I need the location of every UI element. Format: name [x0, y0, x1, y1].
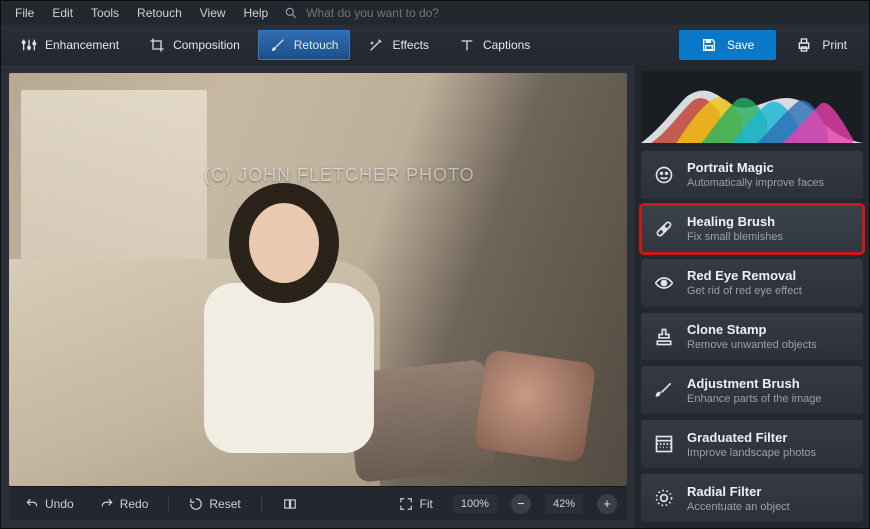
tool-title: Radial Filter: [687, 484, 790, 499]
right-panel: Portrait Magic Automatically improve fac…: [635, 65, 869, 528]
tool-desc: Automatically improve faces: [687, 177, 824, 189]
histogram: [641, 71, 863, 143]
tab-label: Enhancement: [45, 38, 119, 52]
tool-radial-filter[interactable]: Radial Filter Accentuate an object: [641, 474, 863, 522]
tab-label: Effects: [392, 38, 428, 52]
redo-icon: [100, 497, 114, 511]
reset-button[interactable]: Reset: [183, 493, 246, 515]
tool-title: Clone Stamp: [687, 322, 817, 337]
scene-subject: [194, 153, 374, 453]
zoom-out-button[interactable]: −: [511, 494, 531, 514]
save-button[interactable]: Save: [679, 30, 776, 60]
tool-title: Portrait Magic: [687, 160, 824, 175]
fit-label: Fit: [419, 497, 432, 511]
tool-title: Healing Brush: [687, 214, 783, 229]
app-root: File Edit Tools Retouch View Help Enhanc…: [0, 0, 870, 529]
menu-view[interactable]: View: [192, 3, 234, 23]
tab-captions[interactable]: Captions: [447, 30, 542, 60]
eye-icon: [653, 272, 675, 294]
redo-button[interactable]: Redo: [94, 493, 155, 515]
tab-label: Captions: [483, 38, 530, 52]
compare-button[interactable]: [276, 493, 304, 515]
compare-icon: [282, 497, 298, 511]
tool-desc: Get rid of red eye effect: [687, 285, 802, 297]
menubar: File Edit Tools Retouch View Help: [1, 1, 869, 25]
tab-composition[interactable]: Composition: [137, 30, 252, 60]
fit-button[interactable]: Fit: [393, 493, 438, 515]
image-canvas[interactable]: (C) JOHN FLETCHER PHOTO: [9, 73, 627, 486]
stamp-icon: [653, 326, 675, 348]
text-icon: [459, 37, 475, 53]
sliders-icon: [21, 37, 37, 53]
brush-icon: [270, 37, 286, 53]
tool-desc: Remove unwanted objects: [687, 339, 817, 351]
tab-label: Retouch: [294, 38, 339, 52]
divider: [261, 495, 262, 513]
canvas-area: (C) JOHN FLETCHER PHOTO Undo Redo: [1, 65, 635, 528]
retouch-tool-list: Portrait Magic Automatically improve fac…: [635, 149, 869, 528]
tab-effects[interactable]: Effects: [356, 30, 440, 60]
tool-desc: Improve landscape photos: [687, 447, 816, 459]
reset-icon: [189, 497, 203, 511]
zoom-current: 42%: [545, 495, 583, 513]
tool-title: Red Eye Removal: [687, 268, 802, 283]
tool-desc: Enhance parts of the image: [687, 393, 822, 405]
wand-icon: [368, 37, 384, 53]
radial-icon: [653, 487, 675, 509]
tool-title: Graduated Filter: [687, 430, 816, 445]
menu-help[interactable]: Help: [236, 3, 277, 23]
tab-label: Composition: [173, 38, 240, 52]
save-label: Save: [727, 38, 754, 52]
image-watermark: (C) JOHN FLETCHER PHOTO: [204, 165, 475, 186]
crop-icon: [149, 37, 165, 53]
zoom-in-button[interactable]: +: [597, 494, 617, 514]
print-icon: [796, 37, 812, 53]
tool-adjustment-brush[interactable]: Adjustment Brush Enhance parts of the im…: [641, 366, 863, 414]
bottombar: Undo Redo Reset: [9, 486, 627, 520]
adjust-brush-icon: [653, 379, 675, 401]
fit-icon: [399, 497, 413, 511]
reset-label: Reset: [209, 497, 240, 511]
undo-icon: [25, 497, 39, 511]
menu-edit[interactable]: Edit: [44, 3, 81, 23]
bandage-icon: [653, 218, 675, 240]
redo-label: Redo: [120, 497, 149, 511]
tool-desc: Fix small blemishes: [687, 231, 783, 243]
zoom-100-button[interactable]: 100%: [453, 495, 497, 513]
tool-desc: Accentuate an object: [687, 501, 790, 513]
print-label: Print: [822, 38, 847, 52]
menu-tools[interactable]: Tools: [83, 3, 127, 23]
tool-portrait-magic[interactable]: Portrait Magic Automatically improve fac…: [641, 151, 863, 199]
toolbar: Enhancement Composition Retouch Effects …: [1, 25, 869, 65]
undo-label: Undo: [45, 497, 74, 511]
main-area: (C) JOHN FLETCHER PHOTO Undo Redo: [1, 65, 869, 528]
tool-title: Adjustment Brush: [687, 376, 822, 391]
search-input[interactable]: [306, 6, 506, 20]
face-icon: [653, 164, 675, 186]
menu-file[interactable]: File: [7, 3, 42, 23]
tool-red-eye[interactable]: Red Eye Removal Get rid of red eye effec…: [641, 259, 863, 307]
save-icon: [701, 37, 717, 53]
print-button[interactable]: Print: [782, 30, 861, 60]
search-icon: [284, 6, 298, 20]
tool-graduated-filter[interactable]: Graduated Filter Improve landscape photo…: [641, 420, 863, 468]
tab-retouch[interactable]: Retouch: [258, 30, 351, 60]
undo-button[interactable]: Undo: [19, 493, 80, 515]
gradient-icon: [653, 433, 675, 455]
scene-pillow: [473, 349, 596, 463]
tool-clone-stamp[interactable]: Clone Stamp Remove unwanted objects: [641, 313, 863, 361]
menu-retouch[interactable]: Retouch: [129, 3, 190, 23]
divider: [168, 495, 169, 513]
tool-healing-brush[interactable]: Healing Brush Fix small blemishes: [641, 205, 863, 253]
tab-enhancement[interactable]: Enhancement: [9, 30, 131, 60]
